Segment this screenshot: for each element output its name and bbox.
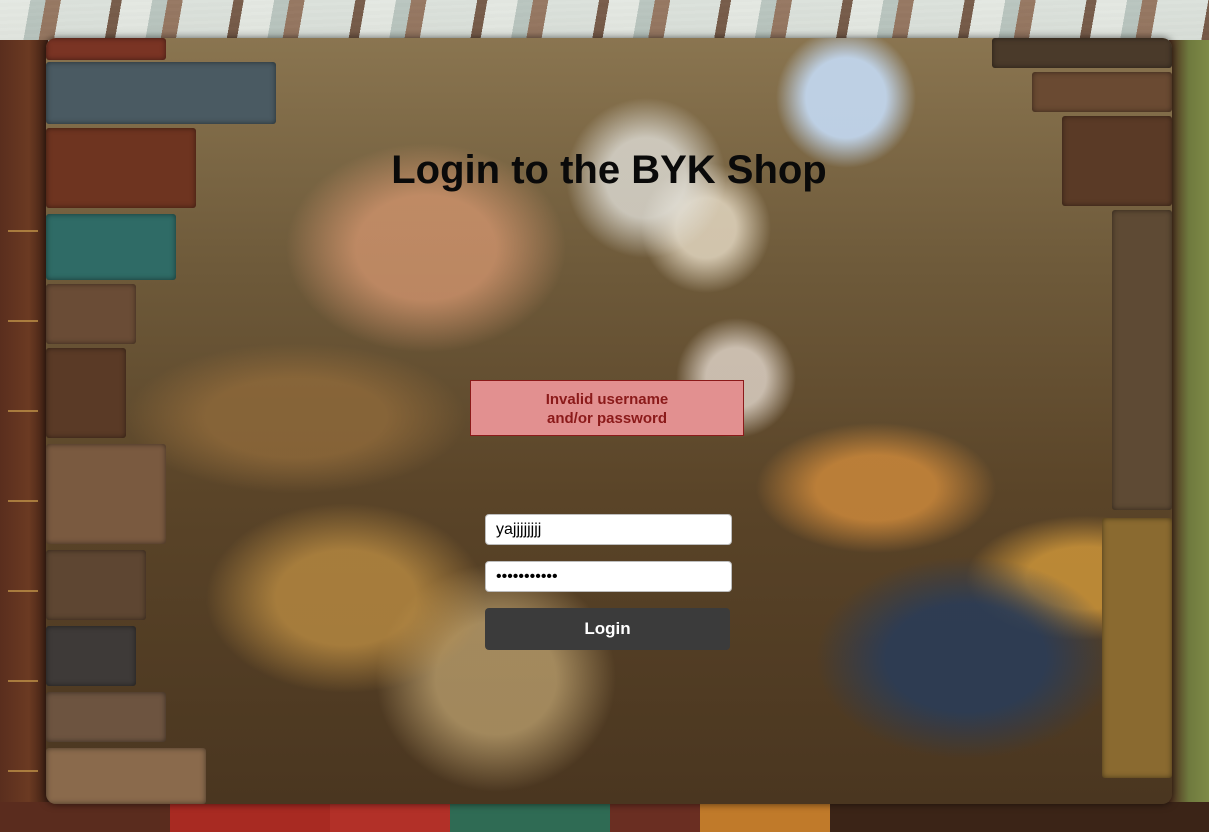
login-button[interactable]: Login [485,608,730,650]
login-form: Login [485,514,732,650]
error-message-line: Invalid username [545,391,669,408]
book-image [1112,210,1172,510]
book-image [46,626,136,686]
book-image [46,348,126,438]
error-message: Invalid username and/or password [470,380,744,436]
password-input[interactable] [485,561,732,592]
page-title: Login to the BYK Shop [391,148,827,192]
book-image [1102,518,1172,778]
error-message-line: and/or password [546,410,668,427]
book-image [1032,72,1172,112]
book-image [46,214,176,280]
book-image [992,38,1172,68]
book-image [46,692,166,742]
bookshelf-right-backdrop [1169,40,1209,832]
book-image [46,62,276,124]
wood-backdrop [0,0,1209,40]
book-image [46,748,206,804]
book-image [46,550,146,620]
book-spines-bottom [0,802,1209,832]
book-spine-ornament [8,190,38,790]
username-input[interactable] [485,514,732,545]
book-image [46,444,166,544]
login-card: Login to the BYK Shop Invalid username a… [46,38,1172,804]
book-image [46,284,136,344]
book-image [46,38,166,60]
bookshelf-left-backdrop [0,40,48,832]
